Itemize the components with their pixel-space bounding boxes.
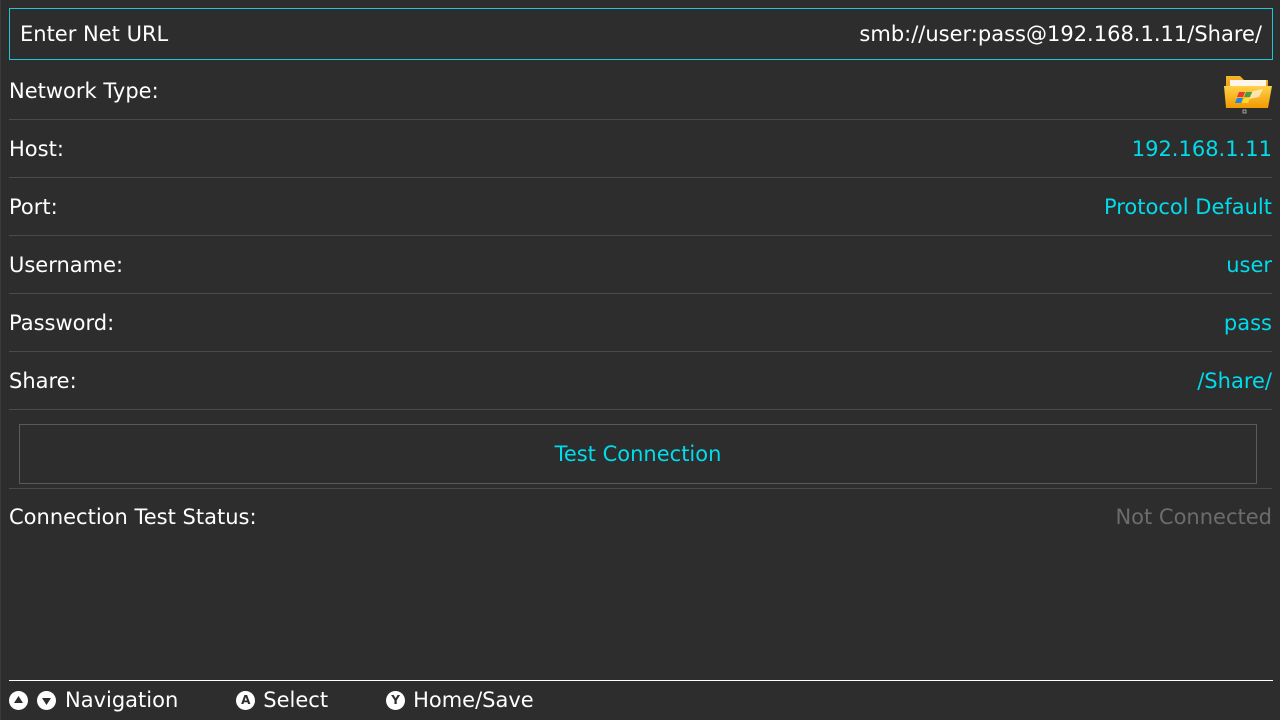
a-button-icon: A — [236, 690, 256, 710]
host-label: Host: — [9, 136, 64, 161]
net-settings-screen: Enter Net URL smb://user:pass@192.168.1.… — [0, 0, 1280, 720]
port-value: Protocol Default — [1103, 194, 1272, 219]
password-label: Password: — [9, 310, 115, 335]
net-url-value: smb://user:pass@192.168.1.11/Share/ — [859, 22, 1262, 46]
connection-status-row: Connection Test Status: Not Connected — [9, 492, 1272, 542]
share-value: /Share/ — [1197, 368, 1272, 393]
username-label: Username: — [9, 252, 124, 277]
port-label: Port: — [9, 194, 58, 219]
host-value: 192.168.1.11 — [1131, 136, 1272, 161]
network-type-label: Network Type: — [9, 78, 159, 103]
test-connection-label: Test Connection — [554, 442, 722, 466]
net-url-label: Enter Net URL — [20, 22, 169, 46]
network-folder-icon — [1224, 68, 1272, 114]
network-type-row[interactable]: Network Type: — [9, 62, 1272, 120]
hint-navigation: Navigation — [9, 688, 178, 712]
password-row[interactable]: Password: pass — [9, 294, 1272, 352]
share-label: Share: — [9, 368, 77, 393]
host-row[interactable]: Host: 192.168.1.11 — [9, 120, 1272, 178]
net-url-field[interactable]: Enter Net URL smb://user:pass@192.168.1.… — [9, 8, 1273, 60]
hint-select-label: Select — [263, 688, 329, 712]
divider — [9, 488, 1272, 489]
hint-home-save-label: Home/Save — [413, 688, 534, 712]
connection-status-label: Connection Test Status: — [9, 505, 257, 529]
username-value: user — [1226, 252, 1272, 277]
share-row[interactable]: Share: /Share/ — [9, 352, 1272, 410]
test-connection-button[interactable]: Test Connection — [19, 424, 1257, 484]
y-button-icon: Y — [386, 690, 406, 710]
down-button-icon — [37, 690, 56, 710]
port-row[interactable]: Port: Protocol Default — [9, 178, 1272, 236]
username-row[interactable]: Username: user — [9, 236, 1272, 294]
up-button-icon — [9, 690, 28, 710]
password-value: pass — [1223, 310, 1272, 335]
hint-select: A Select — [236, 688, 328, 712]
hint-navigation-label: Navigation — [65, 688, 179, 712]
connection-status-value: Not Connected — [1115, 505, 1272, 529]
button-hints-bar: Navigation A Select Y Home/Save — [9, 683, 592, 717]
footer-divider — [9, 680, 1273, 681]
hint-home-save: Y Home/Save — [386, 688, 534, 712]
